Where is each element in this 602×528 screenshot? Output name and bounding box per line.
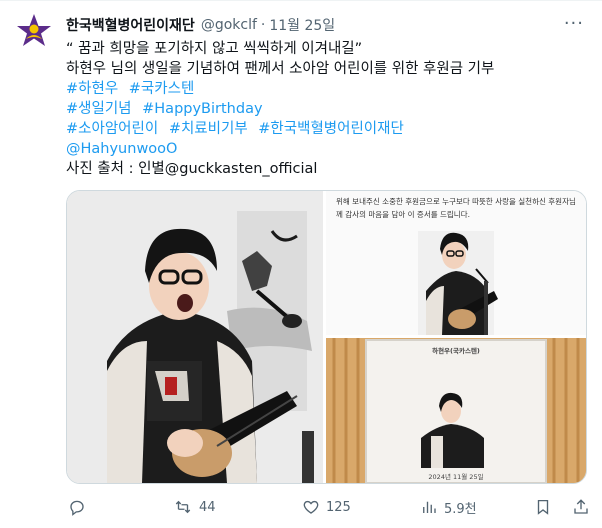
hashtag-link[interactable]: #국카스텐 (129, 81, 195, 97)
retweet-button[interactable]: 44 (173, 496, 216, 518)
hashtag-link[interactable]: #치료비기부 (169, 121, 248, 137)
tweet-header: 한국백혈병어린이재단 @gokclf · 11월 25일 (66, 15, 562, 35)
tweet-card[interactable]: 한국백혈병어린이재단 @gokclf · 11월 25일 ··· “ 꿈과 희망… (0, 0, 602, 528)
hashtag-row-1: #하현우 #국카스텐 (66, 79, 586, 99)
certificate-recipient: 하현우(국카스텐) (432, 347, 480, 355)
retweet-icon (175, 500, 191, 514)
text-line-quote: “ 꿈과 희망을 포기하지 않고 씩씩하게 이겨내길” (66, 41, 363, 57)
singer-photo-image (67, 191, 323, 483)
mention-row: @HahyunwooO (66, 139, 586, 159)
bookmark-icon (537, 499, 549, 515)
retweet-count: 44 (199, 499, 216, 515)
user-handle[interactable]: @gokclf (201, 17, 257, 33)
text-line-photo-source: 사진 출처 : 인별@guckkasten_official (66, 161, 318, 177)
heart-icon (303, 500, 319, 514)
text-line-description: 하현우 님의 생일을 기념하여 팬께서 소아암 어린이를 위한 후원금 기부 (66, 61, 495, 77)
certificate-date: 2024년 11월 25일 (428, 473, 484, 481)
hashtag-row-3: #소아암어린이 #치료비기부 #한국백혈병어린이재단 (66, 119, 586, 139)
hashtag-row-2: #생일기념 #HappyBirthday (66, 99, 586, 119)
tweet-text: “ 꿈과 희망을 포기하지 않고 씩씩하게 이겨내길” 하현우 님의 생일을 기… (66, 39, 586, 179)
bookmark-button[interactable] (534, 496, 552, 518)
timestamp[interactable]: 11월 25일 (269, 15, 335, 35)
photo-singer-guitar[interactable] (67, 191, 323, 483)
share-icon (574, 499, 588, 514)
more-options-icon[interactable]: ··· (564, 13, 584, 34)
media-grid: 위해 보내주신 소중한 후원금으로 누구보다 따뜻한 사랑을 실천하신 후원자님… (66, 190, 587, 484)
separator-dot: · (260, 17, 266, 33)
reply-button[interactable] (68, 496, 92, 518)
photo-certificate-frame[interactable]: 하현우(국카스텐) 2024년 11월 25일 (326, 338, 586, 483)
hashtag-link[interactable]: #한국백혈병어린이재단 (258, 121, 404, 137)
display-name[interactable]: 한국백혈병어린이재단 (66, 15, 195, 35)
photo-certificate-top[interactable]: 위해 보내주신 소중한 후원금으로 누구보다 따뜻한 사랑을 실천하신 후원자님… (326, 191, 586, 335)
hashtag-link[interactable]: #하현우 (66, 81, 118, 97)
mention-link[interactable]: @HahyunwooO (66, 141, 177, 157)
like-count: 125 (326, 499, 351, 515)
action-bar: 44 125 5.9천 (66, 496, 596, 518)
reply-icon (70, 500, 84, 516)
views-button[interactable]: 5.9천 (420, 496, 477, 518)
bar-chart-icon (423, 501, 436, 513)
foundation-logo-icon (17, 14, 51, 46)
like-button[interactable]: 125 (302, 496, 351, 518)
avatar[interactable] (14, 11, 54, 51)
hashtag-link[interactable]: #생일기념 (66, 101, 132, 117)
hashtag-link[interactable]: #HappyBirthday (142, 101, 262, 117)
hashtag-link[interactable]: #소아암어린이 (66, 121, 158, 137)
view-count: 5.9천 (444, 501, 477, 517)
share-button[interactable] (572, 496, 590, 518)
certificate-photo-image (418, 231, 498, 335)
